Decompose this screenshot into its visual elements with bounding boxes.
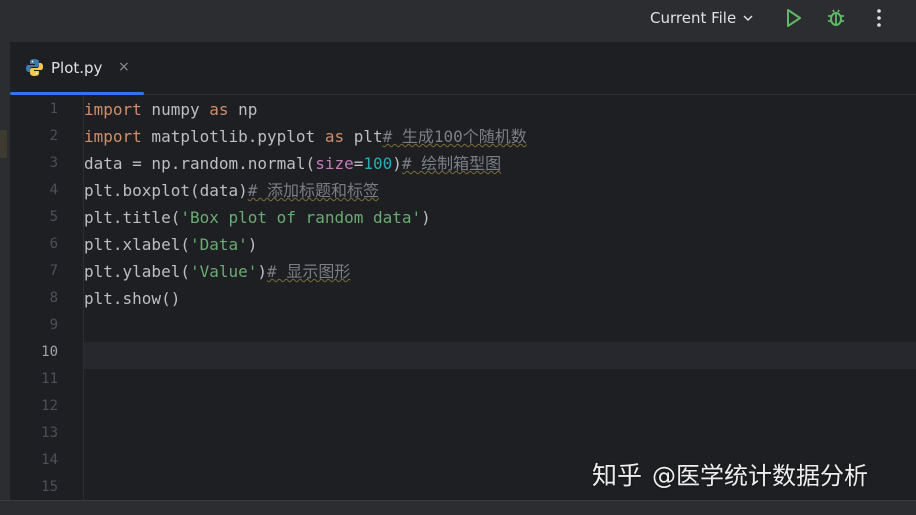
code-token: plt.title( [84, 208, 181, 227]
code-token: plt [344, 127, 383, 146]
line-number: 2 [49, 128, 58, 144]
watermark-author: @医学统计数据分析 [652, 462, 869, 490]
code-token: plt.xlabel( [84, 235, 190, 254]
chevron-down-icon [743, 15, 753, 22]
run-icon[interactable] [782, 7, 804, 29]
line-number: 11 [41, 371, 58, 387]
code-token: as [209, 100, 229, 119]
code-token: np [228, 100, 258, 119]
line-number: 6 [49, 236, 58, 252]
watermark: 知乎 @医学统计数据分析 [592, 458, 868, 494]
code-token: matplotlib.pyplot [141, 127, 325, 146]
code-token: 'Box plot of random data' [180, 208, 422, 227]
code-token: plt.ylabel( [84, 262, 190, 281]
code-token: as [324, 127, 345, 146]
code-token: ) [421, 208, 431, 227]
code-line[interactable]: import matplotlib.pyplot as plt# 生成100个随… [84, 123, 916, 150]
code-token: ) [392, 154, 402, 173]
tab-label: Plot.py [51, 59, 103, 77]
code-line[interactable] [84, 312, 916, 339]
editor-tab-bar: Plot.py × [10, 42, 916, 95]
code-token: size [315, 154, 354, 173]
code-comment: # 绘制箱型图 [401, 154, 502, 173]
line-number: 14 [41, 452, 58, 468]
code-token: = [353, 154, 364, 173]
code-line[interactable]: data = np.random.normal(size=100)# 绘制箱型图 [84, 150, 916, 177]
code-token: import [84, 127, 142, 146]
code-line[interactable] [84, 420, 916, 447]
tab-plot-py[interactable]: Plot.py × [10, 42, 144, 95]
code-token: numpy [141, 100, 210, 119]
code-comment: # 添加标题和标签 [247, 181, 380, 200]
code-token: data = np.random.normal( [84, 154, 316, 173]
left-tool-strip [0, 42, 10, 514]
horizontal-scrollbar-area [0, 500, 916, 515]
code-token: 'Value' [189, 262, 258, 281]
code-line[interactable]: plt.title('Box plot of random data') [84, 204, 916, 231]
code-token: import [84, 100, 142, 119]
code-token: ) [257, 262, 268, 281]
code-token: ) [247, 235, 258, 254]
code-line[interactable]: plt.ylabel('Value')# 显示图形 [84, 258, 916, 285]
code-token: 'Data' [189, 235, 248, 254]
line-number: 13 [41, 425, 58, 441]
debug-icon[interactable] [825, 7, 847, 29]
python-file-icon [26, 59, 43, 76]
line-number: 8 [49, 290, 58, 306]
code-line[interactable]: plt.boxplot(data)# 添加标题和标签 [84, 177, 916, 204]
watermark-site: 知乎 [592, 461, 643, 490]
title-bar: Current File [0, 0, 916, 42]
code-token: plt.show() [84, 289, 181, 308]
line-number: 10 [41, 344, 58, 360]
code-comment: # 生成100个随机数 [382, 127, 527, 146]
code-line[interactable] [84, 339, 916, 366]
line-number: 12 [41, 398, 58, 414]
code-comment: # 显示图形 [267, 262, 351, 281]
line-number: 15 [41, 479, 58, 495]
line-number: 3 [49, 155, 58, 171]
line-number: 5 [49, 209, 58, 225]
run-configuration-selector[interactable]: Current File [650, 8, 754, 28]
change-marker [0, 130, 7, 158]
code-editor[interactable]: import numpy as np import matplotlib.pypl… [84, 95, 916, 505]
line-number: 1 [49, 101, 58, 117]
code-line[interactable] [84, 393, 916, 420]
run-configuration-label: Current File [650, 9, 737, 27]
code-line[interactable] [84, 366, 916, 393]
code-token: 100 [363, 154, 393, 173]
line-number: 9 [49, 317, 58, 333]
line-number: 7 [49, 263, 58, 279]
line-number: 4 [49, 182, 58, 198]
close-tab-icon[interactable]: × [118, 57, 130, 77]
line-number-gutter: 1 2 3 4 5 6 7 8 9 10 11 12 13 14 15 [10, 95, 84, 505]
more-vertical-icon[interactable] [868, 7, 890, 29]
code-token: plt.boxplot(data) [84, 181, 248, 200]
code-line[interactable]: import numpy as np [84, 96, 916, 123]
code-line[interactable]: plt.show() [84, 285, 916, 312]
code-line[interactable]: plt.xlabel('Data') [84, 231, 916, 258]
